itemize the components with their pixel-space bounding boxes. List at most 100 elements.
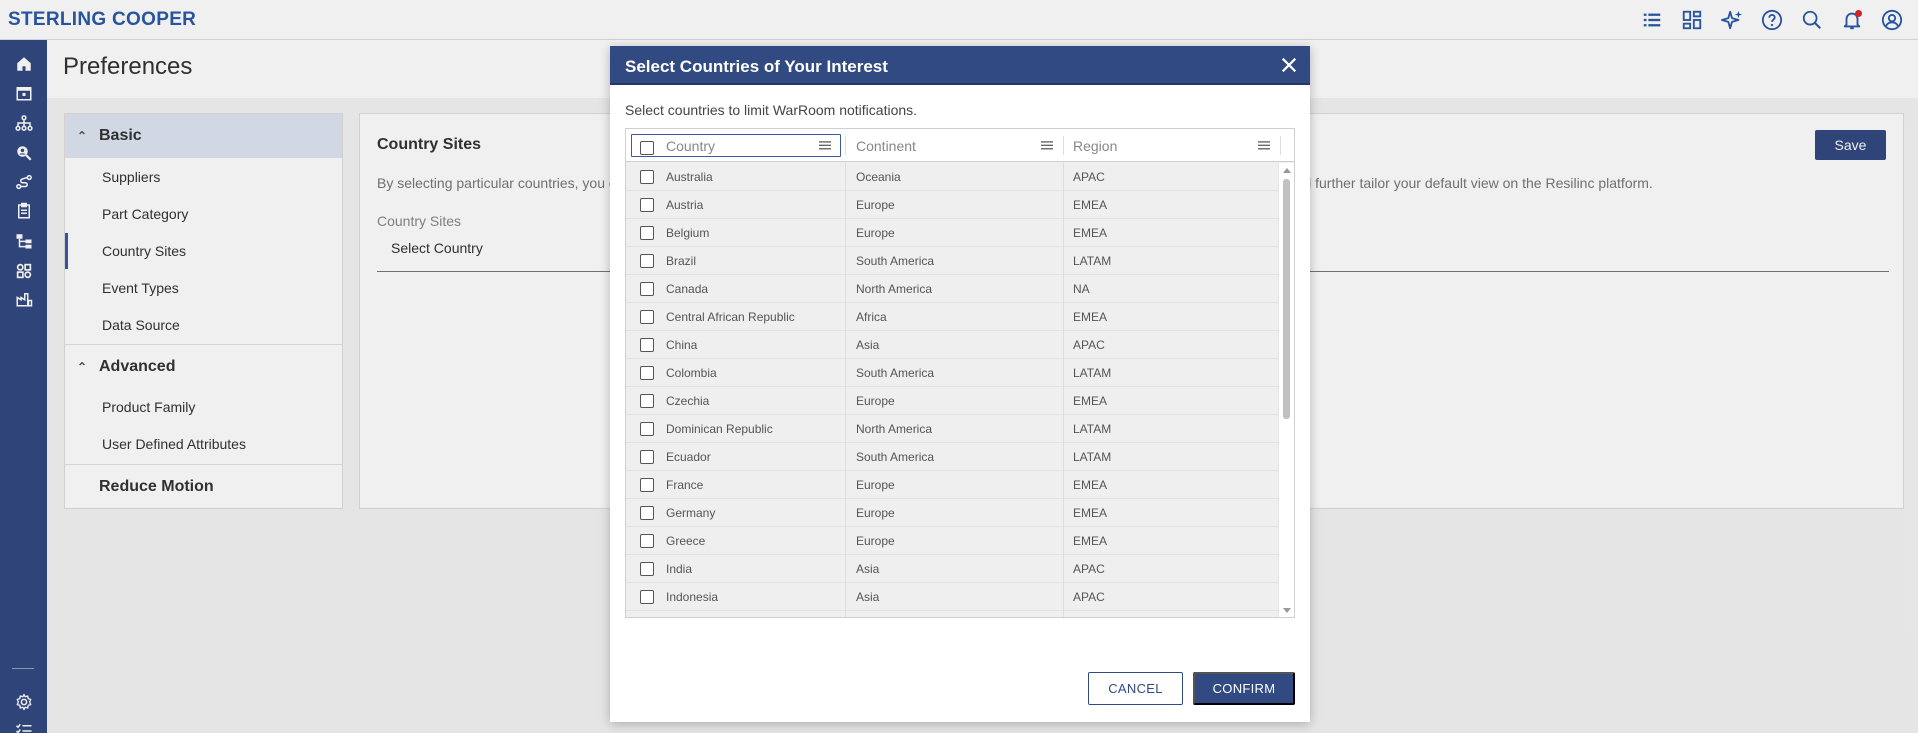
- scroll-thumb[interactable]: [1283, 179, 1290, 419]
- cell-country: India: [666, 562, 693, 576]
- cell-divider: [845, 583, 846, 611]
- table-row[interactable]: China Asia APAC: [626, 331, 1278, 359]
- column-header-continent-label: Continent: [856, 137, 916, 154]
- cell-region: APAC: [1073, 562, 1105, 576]
- close-icon[interactable]: [1278, 54, 1300, 76]
- row-checkbox[interactable]: [640, 450, 654, 464]
- cell-region: APAC: [1073, 170, 1105, 184]
- cell-continent: South America: [856, 254, 935, 268]
- cell-divider: [1063, 555, 1064, 583]
- select-all-checkbox[interactable]: [640, 140, 654, 155]
- menu-icon[interactable]: [1258, 138, 1270, 154]
- row-checkbox-cell: [640, 443, 654, 471]
- cell-divider: [845, 611, 846, 617]
- row-checkbox[interactable]: [640, 478, 654, 492]
- row-checkbox-cell: [640, 303, 654, 331]
- cell-country: Belgium: [666, 226, 710, 240]
- row-checkbox-cell: [640, 359, 654, 387]
- row-checkbox[interactable]: [640, 422, 654, 436]
- cell-divider: [845, 359, 846, 387]
- cell-divider: [1063, 471, 1064, 499]
- column-header-country[interactable]: Country: [666, 129, 841, 162]
- cell-continent: Africa: [856, 310, 887, 324]
- cell-divider: [845, 499, 846, 527]
- cell-country: Dominican Republic: [666, 422, 773, 436]
- row-checkbox-cell: [640, 611, 654, 617]
- table-row[interactable]: Colombia South America LATAM: [626, 359, 1278, 387]
- cell-divider: [845, 303, 846, 331]
- confirm-button[interactable]: CONFIRM: [1193, 672, 1295, 705]
- table-row[interactable]: Belgium Europe EMEA: [626, 219, 1278, 247]
- table-row[interactable]: Dominican Republic North America LATAM: [626, 415, 1278, 443]
- cell-continent: South America: [856, 366, 935, 380]
- cell-continent: North America: [856, 422, 933, 436]
- row-checkbox[interactable]: [640, 170, 654, 184]
- cell-region: LATAM: [1073, 366, 1112, 380]
- cell-region: EMEA: [1073, 394, 1108, 408]
- table-row[interactable]: Canada North America NA: [626, 275, 1278, 303]
- cell-region: LATAM: [1073, 450, 1112, 464]
- scroll-up-arrow[interactable]: [1283, 168, 1291, 173]
- cell-divider: [845, 443, 846, 471]
- cell-region: EMEA: [1073, 611, 1107, 617]
- cell-country: France: [666, 478, 704, 492]
- row-checkbox[interactable]: [640, 366, 654, 380]
- cell-continent: Asia: [856, 562, 880, 576]
- cell-divider: [1063, 415, 1064, 443]
- cell-divider: [845, 331, 846, 359]
- cell-divider: [1063, 527, 1064, 555]
- cell-divider: [1063, 443, 1064, 471]
- table-row[interactable]: Brazil South America LATAM: [626, 247, 1278, 275]
- table-row[interactable]: Indonesia Asia APAC: [626, 583, 1278, 611]
- column-header-region[interactable]: Region: [1073, 129, 1280, 162]
- column-separator: [1063, 136, 1064, 155]
- cancel-button[interactable]: CANCEL: [1088, 672, 1183, 705]
- row-checkbox[interactable]: [640, 338, 654, 352]
- row-checkbox-cell: [640, 331, 654, 359]
- cell-continent: Asia: [856, 590, 880, 604]
- table-row[interactable]: France Europe EMEA: [626, 471, 1278, 499]
- row-checkbox-cell: [640, 275, 654, 303]
- cell-continent: Europe: [856, 394, 895, 408]
- row-checkbox[interactable]: [640, 310, 654, 324]
- modal-title: Select Countries of Your Interest: [625, 57, 888, 76]
- row-checkbox[interactable]: [640, 226, 654, 240]
- row-checkbox[interactable]: [640, 282, 654, 296]
- cell-divider: [845, 387, 846, 415]
- cell-country: Czechia: [666, 394, 710, 408]
- table-row[interactable]: India Asia APAC: [626, 555, 1278, 583]
- column-separator: [845, 136, 846, 155]
- cell-continent: Europe: [856, 534, 895, 548]
- table-row[interactable]: Czechia Europe EMEA: [626, 387, 1278, 415]
- cell-divider: [845, 247, 846, 275]
- column-header-continent[interactable]: Continent: [856, 129, 1063, 162]
- cell-continent: Europe: [856, 198, 895, 212]
- row-checkbox-cell: [640, 527, 654, 555]
- table-row[interactable]: Ecuador South America LATAM: [626, 443, 1278, 471]
- cell-region: EMEA: [1073, 226, 1108, 240]
- cell-country: Colombia: [666, 366, 717, 380]
- row-checkbox[interactable]: [640, 590, 654, 604]
- table-row[interactable]: Central African Republic Africa EMEA: [626, 303, 1278, 331]
- column-header-region-label: Region: [1073, 137, 1118, 154]
- grid-scrollbar[interactable]: [1278, 163, 1294, 617]
- row-checkbox-cell: [640, 163, 654, 191]
- table-row[interactable]: Italy Europe EMEA: [626, 611, 1278, 617]
- row-checkbox[interactable]: [640, 254, 654, 268]
- menu-icon[interactable]: [1041, 138, 1053, 154]
- table-row[interactable]: Germany Europe EMEA: [626, 499, 1278, 527]
- row-checkbox[interactable]: [640, 506, 654, 520]
- row-checkbox[interactable]: [640, 534, 654, 548]
- table-row[interactable]: Australia Oceania APAC: [626, 163, 1278, 191]
- column-separator: [1280, 136, 1281, 155]
- table-row[interactable]: Austria Europe EMEA: [626, 191, 1278, 219]
- cell-continent: Oceania: [856, 170, 901, 184]
- cell-continent: Asia: [856, 338, 880, 352]
- row-checkbox[interactable]: [640, 562, 654, 576]
- menu-icon[interactable]: [819, 138, 831, 154]
- cell-divider: [1063, 275, 1064, 303]
- scroll-down-arrow[interactable]: [1283, 608, 1291, 613]
- row-checkbox[interactable]: [640, 394, 654, 408]
- table-row[interactable]: Greece Europe EMEA: [626, 527, 1278, 555]
- row-checkbox[interactable]: [640, 198, 654, 212]
